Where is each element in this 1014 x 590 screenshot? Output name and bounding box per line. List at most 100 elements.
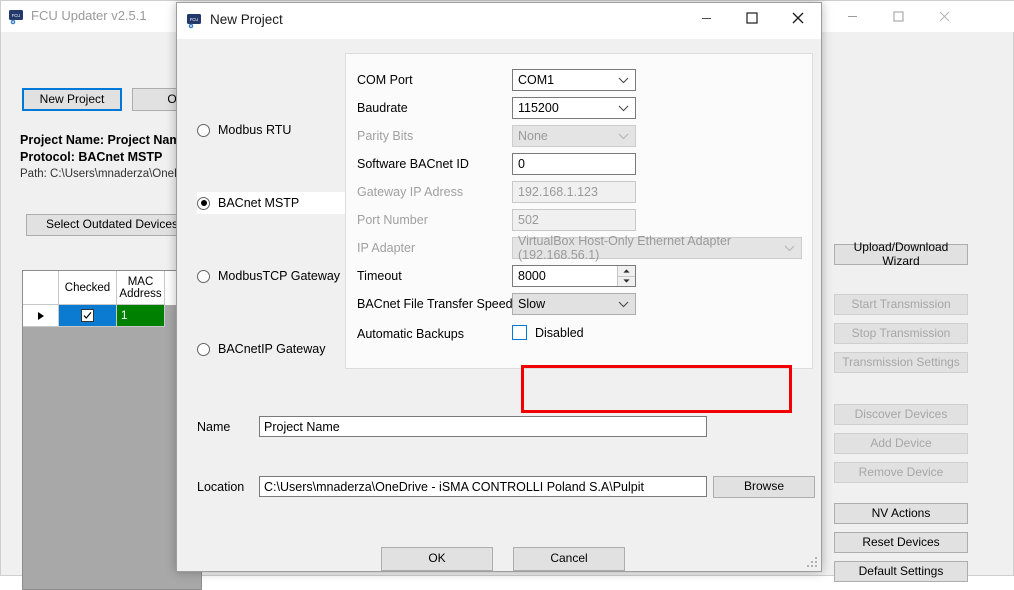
transfer-speed-value: Slow: [518, 297, 545, 311]
gateway-ip-value: 192.168.1.123: [518, 185, 598, 199]
parity-bits-label: Parity Bits: [357, 129, 413, 143]
name-input-value: Project Name: [264, 420, 340, 434]
chevron-down-icon: [784, 241, 795, 255]
svg-text:FCU: FCU: [190, 17, 199, 22]
row-automatic-backups: Automatic Backups Disabled: [346, 322, 814, 350]
grid-header-marker: [23, 271, 59, 305]
software-bacnet-id-value: 0: [518, 157, 525, 171]
software-bacnet-id-input[interactable]: 0: [512, 153, 636, 175]
table-row[interactable]: 1: [23, 305, 201, 327]
bg-minimize-button[interactable]: [829, 1, 875, 31]
row-checked-cell[interactable]: [59, 305, 117, 327]
timeout-value[interactable]: 8000: [513, 266, 617, 286]
connection-settings-panel: COM Port COM1 Baudrate 115200: [345, 53, 813, 369]
ip-adapter-select: VirtualBox Host-Only Ethernet Adapter (1…: [512, 237, 802, 259]
radio-label: BACnet MSTP: [218, 196, 299, 210]
port-number-value: 502: [518, 213, 539, 227]
upload-download-wizard-button[interactable]: Upload/Download Wizard: [834, 244, 968, 265]
radio-bacnetip-gateway[interactable]: BACnetIP Gateway: [197, 338, 357, 360]
discover-devices-button: Discover Devices: [834, 404, 968, 425]
row-ip-adapter: IP Adapter VirtualBox Host-Only Ethernet…: [346, 236, 814, 264]
spin-down-icon[interactable]: [618, 277, 635, 287]
location-input[interactable]: C:\Users\mnaderza\OneDrive - iSMA CONTRO…: [259, 476, 707, 497]
ip-adapter-value: VirtualBox Host-Only Ethernet Adapter (1…: [518, 234, 781, 262]
resize-grip[interactable]: [807, 557, 818, 568]
dialog-title-text: New Project: [210, 12, 283, 27]
ok-button[interactable]: OK: [381, 547, 493, 571]
row-checkbox[interactable]: [81, 309, 94, 322]
gateway-ip-label: Gateway IP Adress: [357, 185, 463, 199]
radio-icon: [197, 197, 210, 210]
new-project-dialog[interactable]: FCU New Project Modbus RTU: [176, 2, 822, 572]
dialog-minimize-button[interactable]: [683, 3, 729, 33]
radio-icon: [197, 124, 210, 137]
row-marker-icon: [38, 312, 44, 320]
transfer-speed-label: BACnet File Transfer Speed: [357, 297, 513, 311]
cancel-button[interactable]: Cancel: [513, 547, 625, 571]
row-parity-bits: Parity Bits None: [346, 124, 814, 152]
row-com-port: COM Port COM1: [346, 68, 814, 96]
radio-icon: [197, 270, 210, 283]
fcu-app-icon: FCU: [187, 13, 203, 29]
automatic-backups-checkbox-group[interactable]: Disabled: [512, 325, 584, 340]
browse-button[interactable]: Browse: [713, 476, 815, 498]
start-transmission-button: Start Transmission: [834, 294, 968, 315]
name-input[interactable]: Project Name: [259, 416, 707, 437]
fcu-app-icon: FCU: [9, 9, 25, 25]
dialog-maximize-button[interactable]: [729, 3, 775, 33]
parity-bits-value: None: [518, 129, 548, 143]
ip-adapter-label: IP Adapter: [357, 241, 415, 255]
grid-header-checked: Checked: [59, 271, 117, 305]
radio-label: ModbusTCP Gateway: [218, 269, 340, 283]
transmission-settings-button: Transmission Settings: [834, 352, 968, 373]
stop-transmission-button: Stop Transmission: [834, 323, 968, 344]
svg-text:FCU: FCU: [12, 13, 21, 18]
annotation-highlight-rectangle: [521, 365, 792, 413]
chevron-down-icon: [618, 129, 629, 143]
software-bacnet-id-label: Software BACnet ID: [357, 157, 469, 171]
row-marker-cell: [23, 305, 59, 327]
radio-label: BACnetIP Gateway: [218, 342, 325, 356]
radio-modbustcp-gateway[interactable]: ModbusTCP Gateway: [197, 265, 357, 287]
radio-bacnet-mstp[interactable]: BACnet MSTP: [197, 192, 359, 214]
transfer-speed-select[interactable]: Slow: [512, 293, 636, 315]
timeout-spin-buttons[interactable]: [617, 266, 635, 286]
select-outdated-devices-button[interactable]: Select Outdated Devices: [26, 214, 198, 236]
nv-actions-button[interactable]: NV Actions: [834, 503, 968, 524]
automatic-backups-label: Automatic Backups: [357, 327, 464, 341]
spin-up-icon[interactable]: [618, 266, 635, 277]
gateway-ip-input: 192.168.1.123: [512, 181, 636, 203]
bg-maximize-button[interactable]: [875, 1, 921, 31]
location-label: Location: [197, 480, 244, 494]
automatic-backups-checkbox-label: Disabled: [535, 326, 584, 340]
radio-modbus-rtu[interactable]: Modbus RTU: [197, 119, 357, 141]
com-port-select[interactable]: COM1: [512, 69, 636, 91]
chevron-down-icon: [618, 297, 629, 311]
dialog-body: Modbus RTU BACnet MSTP ModbusTCP Gateway…: [177, 39, 821, 571]
location-input-value: C:\Users\mnaderza\OneDrive - iSMA CONTRO…: [264, 480, 644, 494]
default-settings-button[interactable]: Default Settings: [834, 561, 968, 582]
row-gateway-ip: Gateway IP Adress 192.168.1.123: [346, 180, 814, 208]
timeout-label: Timeout: [357, 269, 402, 283]
parity-bits-select: None: [512, 125, 636, 147]
remove-device-button: Remove Device: [834, 462, 968, 483]
port-number-label: Port Number: [357, 213, 428, 227]
row-mac-address-cell[interactable]: 1: [117, 305, 165, 327]
new-project-button[interactable]: New Project: [22, 88, 122, 111]
baudrate-select[interactable]: 115200: [512, 97, 636, 119]
timeout-stepper[interactable]: 8000: [512, 265, 636, 287]
dialog-close-button[interactable]: [775, 3, 821, 33]
row-port-number: Port Number 502: [346, 208, 814, 236]
reset-devices-button[interactable]: Reset Devices: [834, 532, 968, 553]
row-timeout: Timeout 8000: [346, 264, 814, 292]
port-number-input: 502: [512, 209, 636, 231]
dialog-titlebar[interactable]: FCU New Project: [177, 3, 821, 39]
automatic-backups-checkbox[interactable]: [512, 325, 527, 340]
screen: FCU FCU Updater v2.5.1 New Project Open …: [0, 0, 1014, 576]
radio-label: Modbus RTU: [218, 123, 291, 137]
grid-header-mac-address: MAC Address: [117, 271, 165, 305]
bg-close-button[interactable]: [921, 1, 967, 31]
radio-icon: [197, 343, 210, 356]
devices-grid[interactable]: Checked MAC Address 1: [22, 270, 202, 590]
com-port-value: COM1: [518, 73, 554, 87]
